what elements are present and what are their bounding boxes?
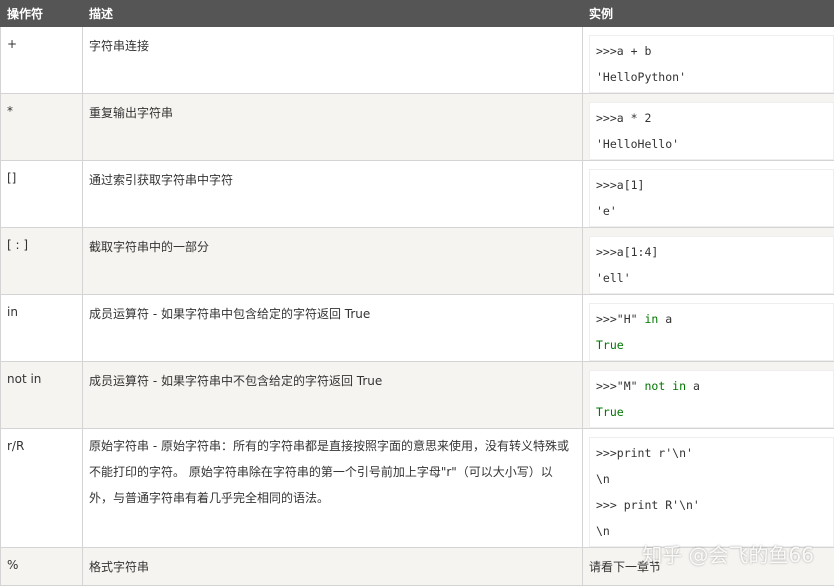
operator-cell: %	[1, 548, 83, 586]
example-cell: >>>a + b 'HelloPython'	[583, 27, 834, 94]
code-output: True	[596, 332, 827, 358]
code-output: \n	[596, 466, 827, 492]
operator-cell: in	[1, 295, 83, 362]
operators-table: 操作符 描述 实例 + 字符串连接 >>>a + b 'HelloPython'…	[0, 0, 834, 586]
header-description: 描述	[83, 1, 583, 27]
code-output: 'HelloPython'	[596, 64, 827, 90]
description-cell: 重复输出字符串	[83, 94, 583, 161]
code-line: >>>"H" in a	[596, 306, 827, 332]
description-cell: 通过索引获取字符串中字符	[83, 161, 583, 228]
code-block: >>>"H" in a True	[589, 303, 834, 361]
code-prefix: >>>"H"	[596, 312, 644, 326]
table-row: in 成员运算符 - 如果字符串中包含给定的字符返回 True >>>"H" i…	[1, 295, 834, 362]
table-row: [ : ] 截取字符串中的一部分 >>>a[1:4] 'ell'	[1, 228, 834, 295]
example-cell: >>>"M" not in a True	[583, 362, 834, 429]
description-cell: 原始字符串 - 原始字符串：所有的字符串都是直接按照字面的意思来使用，没有转义特…	[83, 429, 583, 548]
description-cell: 成员运算符 - 如果字符串中包含给定的字符返回 True	[83, 295, 583, 362]
operator-cell: [ : ]	[1, 228, 83, 295]
code-line: >>>"M" not in a	[596, 373, 827, 399]
code-suffix: a	[658, 312, 672, 326]
code-suffix: a	[686, 379, 700, 393]
description-cell: 成员运算符 - 如果字符串中不包含给定的字符返回 True	[83, 362, 583, 429]
code-line: >>>a + b	[596, 38, 827, 64]
code-block: >>>a[1:4] 'ell'	[589, 236, 834, 294]
code-block: >>>"M" not in a True	[589, 370, 834, 428]
code-keyword: in	[644, 312, 658, 326]
example-cell: >>>a[1:4] 'ell'	[583, 228, 834, 295]
table-row: not in 成员运算符 - 如果字符串中不包含给定的字符返回 True >>>…	[1, 362, 834, 429]
table-row: [] 通过索引获取字符串中字符 >>>a[1] 'e'	[1, 161, 834, 228]
code-line: >>>a[1]	[596, 172, 827, 198]
operator-cell: *	[1, 94, 83, 161]
header-row: 操作符 描述 实例	[1, 1, 834, 27]
operator-cell: r/R	[1, 429, 83, 548]
operator-cell: []	[1, 161, 83, 228]
code-line: >>>a * 2	[596, 105, 827, 131]
code-line: >>> print R'\n'	[596, 492, 827, 518]
example-cell: >>>a[1] 'e'	[583, 161, 834, 228]
description-cell: 截取字符串中的一部分	[83, 228, 583, 295]
code-block: >>>print r'\n' \n >>> print R'\n' \n	[589, 437, 834, 547]
code-output: \n	[596, 518, 827, 544]
code-line: >>>a[1:4]	[596, 239, 827, 265]
operator-cell: +	[1, 27, 83, 94]
description-cell: 字符串连接	[83, 27, 583, 94]
code-keyword: not in	[644, 379, 686, 393]
code-line: >>>print r'\n'	[596, 440, 827, 466]
example-cell: >>>"H" in a True	[583, 295, 834, 362]
code-output: 'ell'	[596, 265, 827, 291]
table-row: * 重复输出字符串 >>>a * 2 'HelloHello'	[1, 94, 834, 161]
code-block: >>>a * 2 'HelloHello'	[589, 102, 834, 160]
header-operator: 操作符	[1, 1, 83, 27]
table-row: r/R 原始字符串 - 原始字符串：所有的字符串都是直接按照字面的意思来使用，没…	[1, 429, 834, 548]
table-row: % 格式字符串 请看下一章节	[1, 548, 834, 586]
code-output: 'HelloHello'	[596, 131, 827, 157]
example-cell: >>>a * 2 'HelloHello'	[583, 94, 834, 161]
code-prefix: >>>"M"	[596, 379, 644, 393]
example-cell: >>>print r'\n' \n >>> print R'\n' \n	[583, 429, 834, 548]
operator-cell: not in	[1, 362, 83, 429]
code-output: True	[596, 399, 827, 425]
example-cell: 请看下一章节	[583, 548, 834, 586]
header-example: 实例	[583, 1, 834, 27]
description-cell: 格式字符串	[83, 548, 583, 586]
table-row: + 字符串连接 >>>a + b 'HelloPython'	[1, 27, 834, 94]
code-block: >>>a[1] 'e'	[589, 169, 834, 227]
code-output: 'e'	[596, 198, 827, 224]
code-block: >>>a + b 'HelloPython'	[589, 35, 834, 93]
